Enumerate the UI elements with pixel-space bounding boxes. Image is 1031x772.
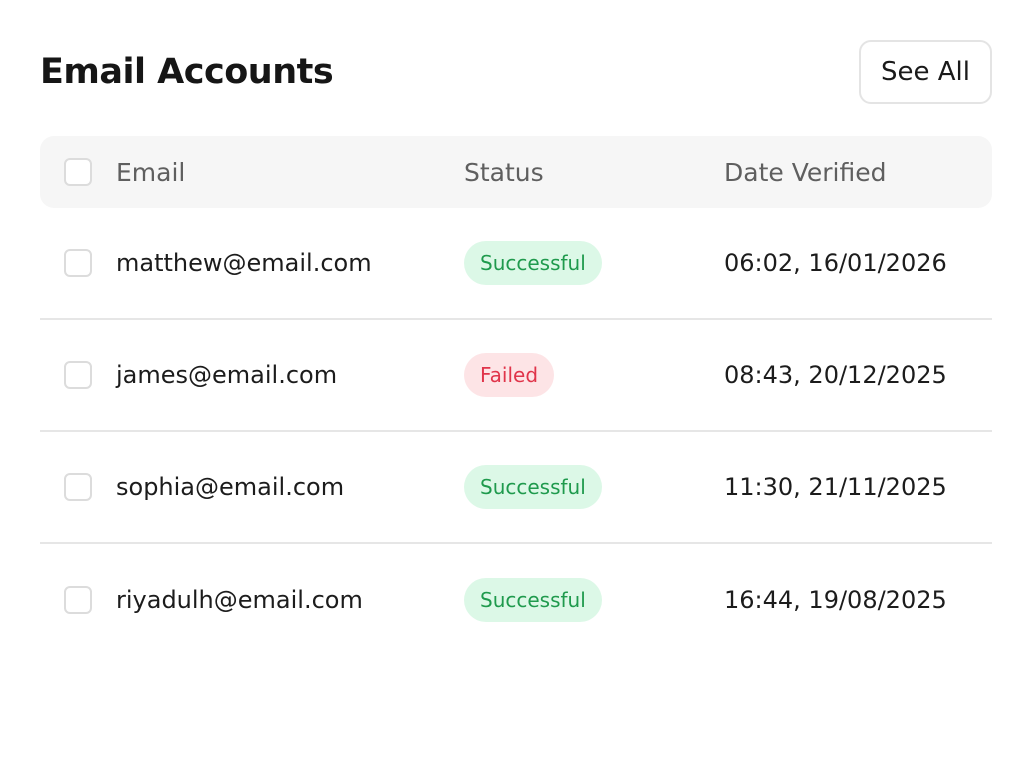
table-row[interactable]: james@email.com Failed 08:43, 20/12/2025 [40, 320, 992, 432]
row-email: riyadulh@email.com [116, 586, 363, 614]
panel-header: Email Accounts See All [40, 40, 992, 104]
row-date-verified: 11:30, 21/11/2025 [724, 473, 947, 501]
status-badge: Failed [464, 353, 555, 397]
row-checkbox[interactable] [64, 473, 92, 501]
row-select-cell [40, 249, 116, 277]
row-checkbox[interactable] [64, 361, 92, 389]
row-select-cell [40, 361, 116, 389]
row-checkbox[interactable] [64, 586, 92, 614]
row-select-cell [40, 586, 116, 614]
status-badge: Successful [464, 241, 602, 285]
column-header-date-verified[interactable]: Date Verified [724, 158, 992, 187]
row-email: james@email.com [116, 361, 338, 389]
row-date-verified: 08:43, 20/12/2025 [724, 361, 947, 389]
table-row[interactable]: matthew@email.com Successful 06:02, 16/0… [40, 208, 992, 320]
table-row[interactable]: sophia@email.com Successful 11:30, 21/11… [40, 432, 992, 544]
row-status-cell: Successful [464, 578, 724, 622]
column-header-status[interactable]: Status [464, 158, 724, 187]
column-header-email[interactable]: Email [116, 158, 464, 187]
see-all-button[interactable]: See All [859, 40, 992, 104]
table-row[interactable]: riyadulh@email.com Successful 16:44, 19/… [40, 544, 992, 656]
row-email: matthew@email.com [116, 249, 372, 277]
status-badge: Successful [464, 465, 602, 509]
select-all-cell [40, 158, 116, 186]
row-date-verified: 06:02, 16/01/2026 [724, 249, 947, 277]
row-date-verified: 16:44, 19/08/2025 [724, 586, 947, 614]
table-header: Email Status Date Verified [40, 136, 992, 208]
row-status-cell: Successful [464, 241, 724, 285]
email-accounts-panel: Email Accounts See All Email Status Date… [40, 40, 992, 656]
row-status-cell: Successful [464, 465, 724, 509]
row-email: sophia@email.com [116, 473, 345, 501]
table-body: matthew@email.com Successful 06:02, 16/0… [40, 208, 992, 656]
row-select-cell [40, 473, 116, 501]
select-all-checkbox[interactable] [64, 158, 92, 186]
row-status-cell: Failed [464, 353, 724, 397]
page-title: Email Accounts [40, 52, 334, 92]
status-badge: Successful [464, 578, 602, 622]
row-checkbox[interactable] [64, 249, 92, 277]
